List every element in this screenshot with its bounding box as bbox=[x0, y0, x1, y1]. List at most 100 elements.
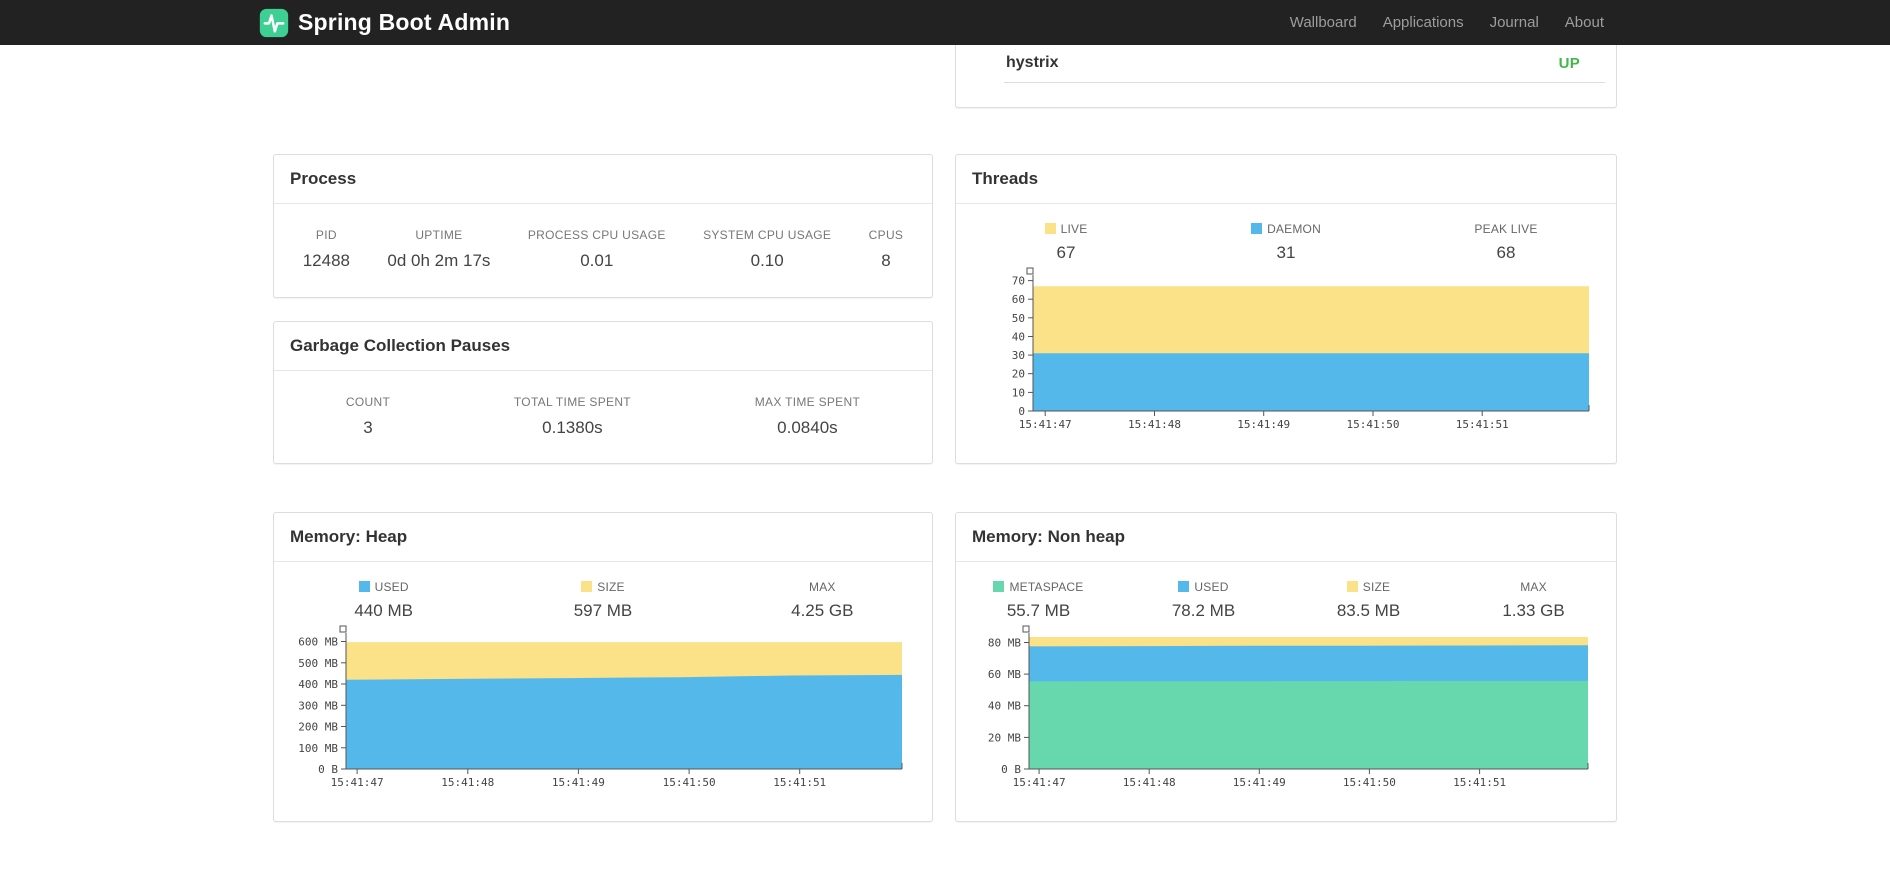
nav-link-about[interactable]: About bbox=[1552, 0, 1617, 45]
nav-links: Wallboard Applications Journal About bbox=[1277, 0, 1617, 45]
nav-link-journal[interactable]: Journal bbox=[1477, 0, 1552, 45]
legend-label: SIZE bbox=[493, 580, 712, 594]
divider bbox=[1004, 82, 1605, 83]
svg-text:15:41:47: 15:41:47 bbox=[1013, 776, 1066, 789]
svg-text:100 MB: 100 MB bbox=[298, 742, 338, 755]
gc-panel-title: Garbage Collection Pauses bbox=[274, 322, 932, 371]
legend-value: 55.7 MB bbox=[1006, 601, 1071, 620]
svg-text:15:41:49: 15:41:49 bbox=[1233, 776, 1286, 789]
legend-swatch bbox=[1251, 223, 1263, 234]
svg-text:15:41:51: 15:41:51 bbox=[773, 776, 826, 789]
legend-label: MAX bbox=[809, 580, 836, 594]
svg-text:0 B: 0 B bbox=[1001, 763, 1021, 776]
svg-text:15:41:51: 15:41:51 bbox=[1453, 776, 1506, 789]
metric-label: SYSTEM CPU USAGE bbox=[703, 228, 832, 242]
svg-text:400 MB: 400 MB bbox=[298, 678, 338, 691]
legend-max: MAX 4.25 GB bbox=[713, 580, 932, 621]
right-column: hystrix UP Threads LIVE 67 DAEMON 31 PEAK LI… bbox=[955, 45, 1617, 822]
memory-heap-panel: Memory: Heap USED 440 MB SIZE 597 MB MAX 4.25… bbox=[273, 512, 933, 822]
legend-label: SIZE bbox=[1286, 580, 1451, 594]
memory-nonheap-panel-title: Memory: Non heap bbox=[956, 513, 1616, 562]
legend-value: 67 bbox=[1056, 243, 1076, 262]
svg-text:300 MB: 300 MB bbox=[298, 699, 338, 712]
metric-value: 0.10 bbox=[750, 251, 784, 270]
metric-process-cpu-usage: PROCESS CPU USAGE 0.01 bbox=[528, 228, 666, 271]
legend-value: 1.33 GB bbox=[1502, 601, 1565, 620]
application-name[interactable]: hystrix bbox=[1006, 54, 1058, 72]
svg-text:15:41:48: 15:41:48 bbox=[1123, 776, 1176, 789]
legend-metaspace: METASPACE 55.7 MB bbox=[956, 580, 1121, 621]
svg-text:600 MB: 600 MB bbox=[298, 636, 338, 649]
application-status-panel: hystrix UP bbox=[955, 45, 1617, 108]
nav-link-applications[interactable]: Applications bbox=[1370, 0, 1477, 45]
metric-value: 0.01 bbox=[580, 251, 614, 270]
legend-label: METASPACE bbox=[956, 580, 1121, 594]
legend-swatch bbox=[358, 581, 370, 592]
brand[interactable]: Spring Boot Admin bbox=[259, 8, 510, 38]
metric-total-time-spent: TOTAL TIME SPENT 0.1380s bbox=[514, 395, 631, 438]
legend-value: 83.5 MB bbox=[1336, 601, 1401, 620]
legend-swatch bbox=[993, 581, 1005, 592]
svg-text:50: 50 bbox=[1012, 312, 1025, 325]
metric-value: 0.0840s bbox=[777, 418, 838, 437]
metric-max-time-spent: MAX TIME SPENT 0.0840s bbox=[755, 395, 860, 438]
nonheap-legend: METASPACE 55.7 MB USED 78.2 MB SIZE 83.5 MB MA… bbox=[956, 562, 1616, 621]
svg-text:70: 70 bbox=[1012, 275, 1025, 288]
application-row[interactable]: hystrix UP bbox=[956, 45, 1616, 72]
legend-value: 68 bbox=[1496, 243, 1516, 262]
metric-label: CPUS bbox=[868, 228, 904, 242]
metric-value: 0d 0h 2m 17s bbox=[387, 251, 491, 270]
metric-label: TOTAL TIME SPENT bbox=[513, 395, 631, 409]
metric-count: COUNT 3 bbox=[346, 395, 390, 438]
legend-value: 4.25 GB bbox=[791, 601, 854, 620]
svg-text:200 MB: 200 MB bbox=[298, 721, 338, 734]
legend-value: 440 MB bbox=[354, 601, 413, 620]
svg-text:15:41:48: 15:41:48 bbox=[441, 776, 494, 789]
legend-size: SIZE 597 MB bbox=[493, 580, 712, 621]
legend-swatch bbox=[1178, 581, 1190, 592]
legend-used: USED 440 MB bbox=[274, 580, 493, 621]
brand-title: Spring Boot Admin bbox=[298, 9, 511, 35]
legend-label: LIVE bbox=[956, 222, 1176, 236]
svg-text:0 B: 0 B bbox=[318, 763, 338, 776]
page: Spring Boot Admin Wallboard Applications J… bbox=[0, 0, 1890, 892]
svg-text:60: 60 bbox=[1012, 293, 1025, 306]
navbar: Spring Boot Admin Wallboard Applications J… bbox=[0, 0, 1890, 45]
legend-value: 597 MB bbox=[573, 601, 633, 620]
legend-max: MAX 1.33 GB bbox=[1451, 580, 1616, 621]
spring-boot-admin-logo-icon bbox=[259, 8, 289, 37]
threads-legend: LIVE 67 DAEMON 31 PEAK LIVE 68 bbox=[956, 204, 1616, 263]
legend-swatch bbox=[1044, 223, 1056, 234]
gc-panel: Garbage Collection Pauses COUNT 3 TOTAL TI… bbox=[273, 321, 933, 464]
svg-text:80 MB: 80 MB bbox=[988, 637, 1021, 650]
memory-heap-panel-title: Memory: Heap bbox=[274, 513, 932, 562]
metric-system-cpu-usage: SYSTEM CPU USAGE 0.10 bbox=[703, 228, 831, 271]
svg-text:15:41:47: 15:41:47 bbox=[1019, 418, 1072, 431]
metric-value: 0.1380s bbox=[542, 418, 603, 437]
metric-cpus: CPUS 8 bbox=[869, 228, 904, 271]
heap-chart: 0 B 100 MB 200 MB 300 MB 400 MB 500 MB 600 MB 1… bbox=[274, 625, 932, 795]
memory-nonheap-panel: Memory: Non heap METASPACE 55.7 MB USED 78.… bbox=[955, 512, 1617, 822]
legend-label: USED bbox=[1121, 580, 1286, 594]
svg-text:60 MB: 60 MB bbox=[988, 668, 1021, 681]
metric-value: 12488 bbox=[302, 251, 350, 270]
threads-panel-title: Threads bbox=[956, 155, 1616, 204]
nav-link-wallboard[interactable]: Wallboard bbox=[1277, 0, 1370, 45]
metric-label: UPTIME bbox=[415, 228, 463, 242]
svg-text:40: 40 bbox=[1012, 331, 1025, 344]
svg-text:30: 30 bbox=[1012, 349, 1025, 362]
legend-label: DAEMON bbox=[1176, 222, 1396, 236]
metric-value: 3 bbox=[363, 418, 373, 437]
svg-text:15:41:51: 15:41:51 bbox=[1456, 418, 1509, 431]
svg-text:20: 20 bbox=[1012, 368, 1025, 381]
metric-uptime: UPTIME 0d 0h 2m 17s bbox=[387, 228, 490, 271]
legend-live: LIVE 67 bbox=[956, 222, 1176, 263]
legend-label: USED bbox=[274, 580, 493, 594]
svg-text:15:41:50: 15:41:50 bbox=[1343, 776, 1396, 789]
nonheap-chart: 0 B 20 MB 40 MB 60 MB 80 MB 15:41:47 15:41:48 1… bbox=[956, 625, 1616, 795]
threads-chart: 0 10 20 30 40 50 60 70 15:41:47 15:41:48 15:41:49 1… bbox=[956, 267, 1616, 437]
heap-legend: USED 440 MB SIZE 597 MB MAX 4.25 GB bbox=[274, 562, 932, 621]
svg-text:15:41:49: 15:41:49 bbox=[552, 776, 605, 789]
legend-size: SIZE 83.5 MB bbox=[1286, 580, 1451, 621]
metric-value: 8 bbox=[881, 251, 891, 270]
